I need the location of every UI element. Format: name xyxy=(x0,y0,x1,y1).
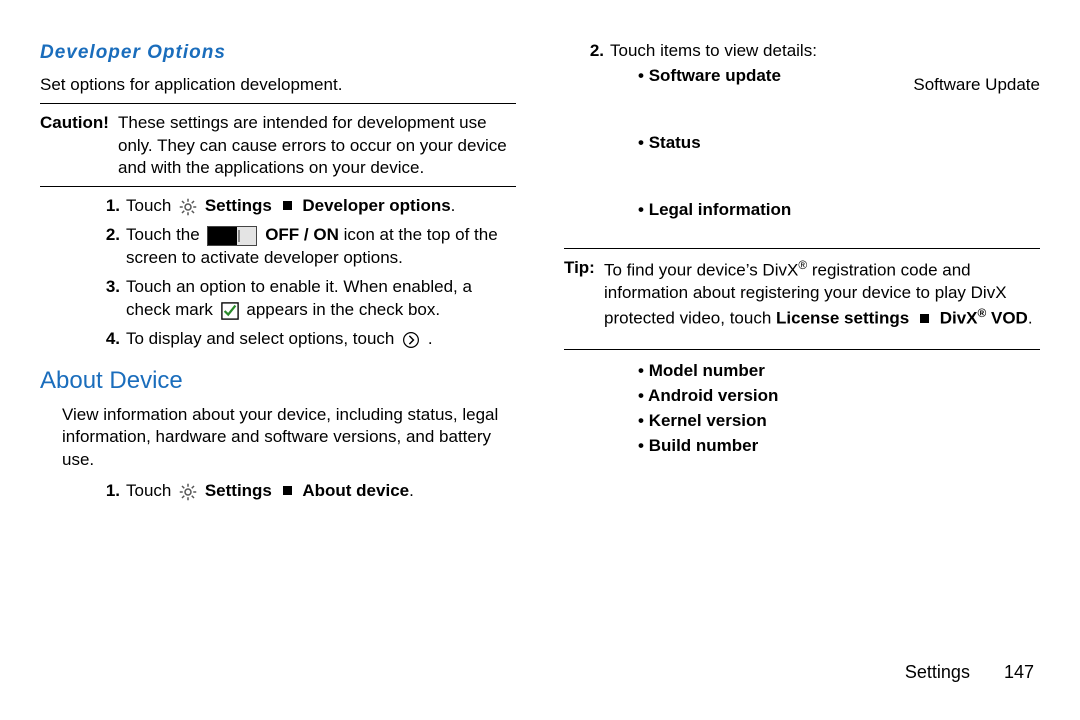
step-4: 4. To display and select options, touch … xyxy=(40,328,516,351)
manual-page: Developer Options Set options for applic… xyxy=(0,0,1080,720)
step-number: 2. xyxy=(40,224,126,247)
step-number: 1. xyxy=(40,480,126,503)
step-body: Touch items to view details: • Software … xyxy=(610,40,1040,230)
step-1: 1. Touch Settings Developer options. xyxy=(40,195,516,218)
text: . xyxy=(451,196,456,215)
registered-mark-icon: ® xyxy=(978,306,987,320)
right-column: 2. Touch items to view details: • Softwa… xyxy=(564,40,1040,509)
about-device-intro: View information about your device, incl… xyxy=(40,404,516,473)
off-on-toggle-icon xyxy=(207,226,257,246)
arrow-square-icon xyxy=(283,201,292,210)
arrow-square-icon xyxy=(283,486,292,495)
step-number: 3. xyxy=(40,276,126,299)
step-number: 2. xyxy=(564,40,610,63)
registered-mark-icon: ® xyxy=(798,258,807,272)
settings-gear-icon xyxy=(179,195,197,218)
software-update-page-ref: Software Update xyxy=(913,74,1040,97)
step-body: Touch an option to enable it. When enabl… xyxy=(126,276,516,322)
tip-body: To find your device’s DivX® registration… xyxy=(604,257,1040,331)
developer-options-label: Developer options xyxy=(302,196,450,215)
list-item-model-number: • Model number xyxy=(610,360,1040,383)
left-column: Developer Options Set options for applic… xyxy=(40,40,516,509)
columns: Developer Options Set options for applic… xyxy=(40,40,1040,509)
page-footer: Settings 147 xyxy=(905,660,1034,684)
settings-label: Settings xyxy=(205,481,272,500)
text: . xyxy=(428,329,433,348)
step-body: To display and select options, touch . xyxy=(126,328,516,351)
arrow-square-icon xyxy=(920,314,929,323)
list-item-status: • Status xyxy=(610,132,1040,155)
tip-section: Tip: To find your device’s DivX® registr… xyxy=(564,248,1040,350)
text: To find your device’s DivX xyxy=(604,260,798,279)
step-body: Touch the OFF / ON icon at the top of th… xyxy=(126,224,516,270)
step-2: 2. Touch the OFF / ON icon at the top of… xyxy=(40,224,516,270)
tip-label: Tip: xyxy=(564,257,604,331)
caution-label: Caution! xyxy=(40,112,118,181)
list-item-build-number: • Build number xyxy=(610,435,1040,458)
vod-label: VOD xyxy=(986,309,1028,328)
list-item-kernel-version: • Kernel version xyxy=(610,410,1040,433)
section-name: Settings xyxy=(905,660,970,684)
checkbox-checked-icon xyxy=(221,299,239,322)
device-info-bullets: • Model number • Android version • Kerne… xyxy=(564,360,1040,458)
about-step-1: 1. Touch Settings About device. xyxy=(40,480,516,503)
text: To display and select options, touch xyxy=(126,329,399,348)
text: Touch xyxy=(126,481,176,500)
page-number: 147 xyxy=(1004,660,1034,684)
divider xyxy=(40,186,516,187)
step-number: 4. xyxy=(40,328,126,351)
settings-gear-icon xyxy=(179,480,197,503)
list-item-android-version: • Android version xyxy=(610,385,1040,408)
caution-body: These settings are intended for developm… xyxy=(118,112,516,181)
step-number: 1. xyxy=(40,195,126,218)
divx-label: DivX xyxy=(940,309,978,328)
about-device-heading: About Device xyxy=(40,365,516,397)
list-item-legal-info: • Legal information xyxy=(610,199,1040,222)
divider xyxy=(40,103,516,104)
off-on-label: OFF / ON xyxy=(265,225,339,244)
text: Touch xyxy=(126,196,176,215)
step-2-right: 2. Touch items to view details: • Softwa… xyxy=(564,40,1040,230)
tip-block: Tip: To find your device’s DivX® registr… xyxy=(564,257,1040,331)
text: Touch items to view details: xyxy=(610,40,1040,63)
divider xyxy=(564,248,1040,249)
text: appears in the check box. xyxy=(246,300,440,319)
step-3: 3. Touch an option to enable it. When en… xyxy=(40,276,516,322)
text: Touch the xyxy=(126,225,204,244)
text: . xyxy=(1028,309,1033,328)
step-body: Touch Settings Developer options. xyxy=(126,195,516,218)
caution-block: Caution! These settings are intended for… xyxy=(40,112,516,181)
developer-options-intro: Set options for application development. xyxy=(40,74,516,97)
settings-label: Settings xyxy=(205,196,272,215)
circle-arrow-icon xyxy=(402,328,420,351)
text: . xyxy=(409,481,414,500)
divider xyxy=(564,349,1040,350)
license-settings-label: License settings xyxy=(776,309,909,328)
developer-options-heading: Developer Options xyxy=(40,40,516,66)
about-device-label: About device xyxy=(302,481,409,500)
step-body: Touch Settings About device. xyxy=(126,480,516,503)
